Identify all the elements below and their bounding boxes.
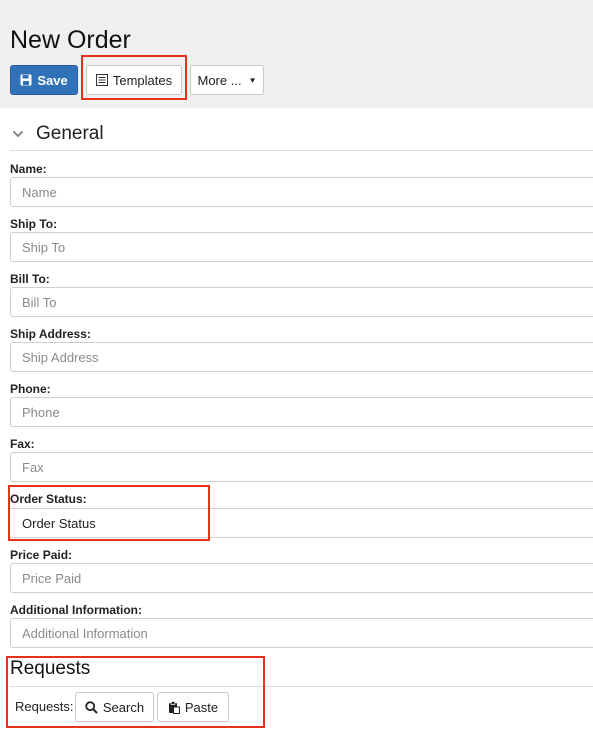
additional-information-input[interactable]: [10, 618, 593, 648]
name-label: Name:: [10, 162, 47, 176]
phone-input[interactable]: [10, 397, 593, 427]
phone-label: Phone:: [10, 382, 51, 396]
more-button-label: More ...: [197, 72, 242, 88]
caret-down-icon: ▼: [248, 75, 257, 85]
requests-divider: [10, 686, 593, 687]
search-button[interactable]: Search: [75, 692, 154, 722]
additional-information-label: Additional Information:: [10, 603, 142, 617]
section-general-header[interactable]: General: [10, 118, 593, 151]
name-input[interactable]: [10, 177, 593, 207]
ship-address-input[interactable]: [10, 342, 593, 372]
floppy-disk-icon: [20, 74, 32, 86]
paste-button-label: Paste: [184, 699, 219, 715]
requests-title: Requests: [10, 658, 91, 679]
save-button[interactable]: Save: [10, 65, 78, 95]
order-status-label: Order Status:: [10, 492, 87, 506]
bill-to-label: Bill To:: [10, 272, 50, 286]
chevron-down-icon[interactable]: [12, 130, 26, 138]
search-button-label: Search: [102, 699, 145, 715]
requests-label: Requests:: [15, 699, 74, 714]
fax-input[interactable]: [10, 452, 593, 482]
magnifier-icon: [85, 700, 98, 714]
ship-address-label: Ship Address:: [10, 327, 91, 341]
more-dropdown-button[interactable]: More ... ▼: [190, 65, 264, 95]
price-paid-input[interactable]: [10, 563, 593, 593]
clipboard-icon: [168, 700, 180, 714]
save-button-label: Save: [37, 72, 68, 88]
templates-button-label: Templates: [112, 72, 173, 88]
bill-to-input[interactable]: [10, 287, 593, 317]
templates-button[interactable]: Templates: [86, 65, 182, 95]
price-paid-label: Price Paid:: [10, 548, 73, 562]
paste-button[interactable]: Paste: [157, 692, 229, 722]
ship-to-input[interactable]: [10, 232, 593, 262]
section-general-title: General: [36, 123, 104, 144]
list-icon: [95, 74, 108, 86]
fax-label: Fax:: [10, 437, 35, 451]
page-title: New Order: [10, 26, 131, 54]
order-status-field[interactable]: Order Status: [10, 508, 593, 538]
ship-to-label: Ship To:: [10, 217, 58, 231]
